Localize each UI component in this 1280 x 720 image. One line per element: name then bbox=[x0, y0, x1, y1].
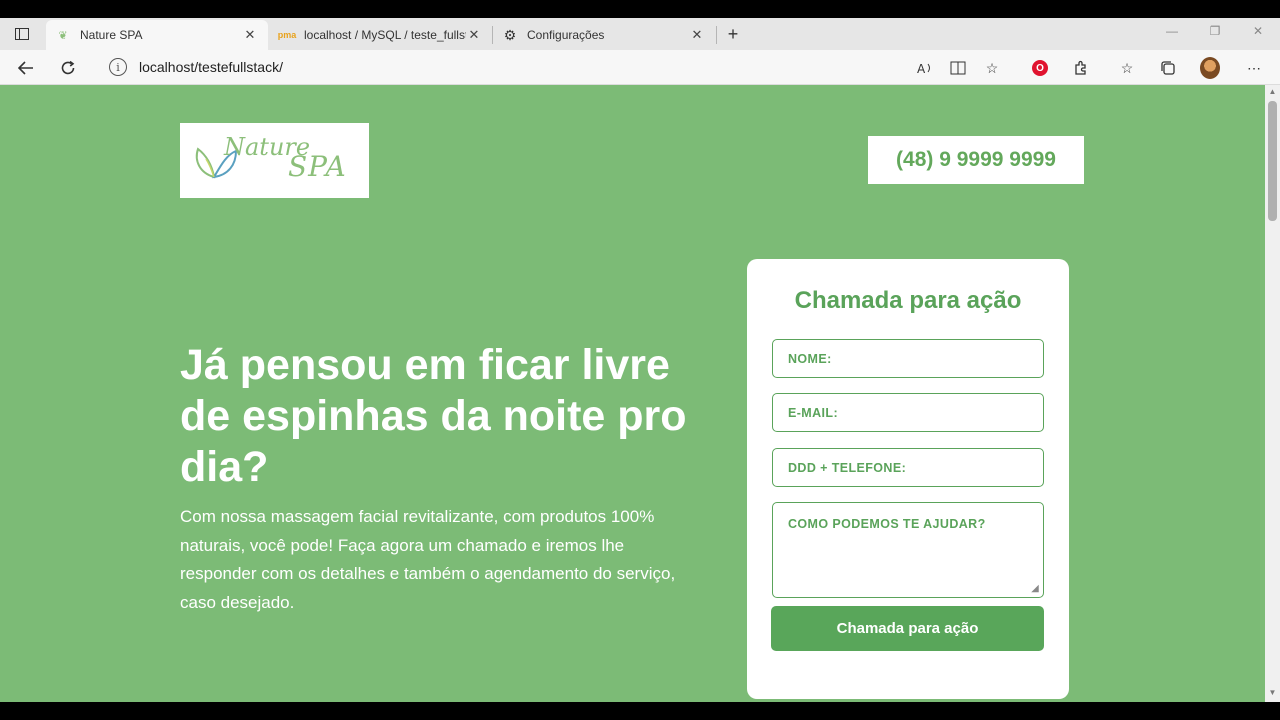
message-placeholder: COMO PODEMOS TE AJUDAR? bbox=[788, 517, 986, 531]
close-tab-icon[interactable]: ✕ bbox=[242, 27, 258, 43]
close-tab-icon[interactable]: ✕ bbox=[689, 27, 705, 43]
more-menu-icon[interactable]: ⋯ bbox=[1244, 58, 1264, 78]
restore-icon[interactable]: ❐ bbox=[1205, 24, 1225, 38]
scroll-down-icon[interactable]: ▼ bbox=[1265, 688, 1280, 700]
read-aloud-icon[interactable]: A bbox=[915, 58, 935, 78]
email-placeholder: E-MAIL: bbox=[788, 405, 839, 420]
resize-handle-icon[interactable]: ◢ bbox=[1032, 583, 1039, 594]
tab-strip: ❦ Nature SPA ✕ pma localhost / MySQL / t… bbox=[0, 18, 1280, 50]
logo-word-spa: SPA bbox=[288, 150, 347, 183]
phone-placeholder: DDD + TELEFONE: bbox=[788, 460, 907, 475]
close-window-icon[interactable]: ✕ bbox=[1248, 24, 1268, 38]
address-bar[interactable]: i localhost/testefullstack/ bbox=[95, 53, 1015, 81]
page-content: Nature SPA (48) 9 9999 9999 Já pensou em… bbox=[0, 85, 1265, 702]
name-placeholder: NOME: bbox=[788, 351, 832, 366]
immersive-reader-icon[interactable] bbox=[948, 58, 968, 78]
info-icon[interactable]: i bbox=[109, 58, 127, 76]
tab-title: Nature SPA bbox=[80, 28, 143, 42]
screen-frame: ❦ Nature SPA ✕ pma localhost / MySQL / t… bbox=[0, 0, 1280, 720]
name-input[interactable]: NOME: bbox=[772, 339, 1044, 378]
profile-avatar[interactable] bbox=[1200, 57, 1220, 79]
collections-icon[interactable] bbox=[1158, 58, 1178, 78]
back-icon[interactable] bbox=[14, 56, 38, 80]
leaf-favicon-icon: ❦ bbox=[58, 29, 68, 42]
address-toolbar: i localhost/testefullstack/ A ☆ O ☆ ⋯ bbox=[0, 50, 1280, 85]
hero-text: Com nossa massagem facial revitalizante,… bbox=[180, 507, 676, 612]
message-textarea[interactable]: COMO PODEMOS TE AJUDAR? ◢ bbox=[772, 502, 1044, 598]
refresh-icon[interactable] bbox=[56, 56, 80, 80]
scroll-thumb[interactable] bbox=[1268, 101, 1277, 221]
add-favorite-icon[interactable]: ☆ bbox=[982, 58, 1002, 78]
browser-window: ❦ Nature SPA ✕ pma localhost / MySQL / t… bbox=[0, 18, 1280, 702]
tab-phpmyadmin[interactable]: pma localhost / MySQL / teste_fullsta ✕ bbox=[270, 20, 492, 50]
tab-actions-icon[interactable] bbox=[8, 24, 36, 44]
nature-spa-logo[interactable]: Nature SPA bbox=[180, 123, 369, 198]
email-input[interactable]: E-MAIL: bbox=[772, 393, 1044, 432]
tab-title: localhost / MySQL / teste_fullsta bbox=[304, 28, 466, 42]
favorites-icon[interactable]: ☆ bbox=[1117, 58, 1137, 78]
svg-text:A: A bbox=[917, 62, 926, 75]
url-text[interactable]: localhost/testefullstack/ bbox=[139, 59, 283, 75]
minimize-icon[interactable]: — bbox=[1162, 24, 1182, 38]
phone-input[interactable]: DDD + TELEFONE: bbox=[772, 448, 1044, 487]
phone-number[interactable]: (48) 9 9999 9999 bbox=[868, 136, 1084, 184]
tab-nature-spa[interactable]: ❦ Nature SPA ✕ bbox=[46, 20, 268, 50]
hero-title: Já pensou em ficar livre de espinhas da … bbox=[180, 341, 687, 491]
scroll-up-icon[interactable]: ▲ bbox=[1265, 87, 1280, 99]
tab-settings[interactable]: ⚙ Configurações ✕ bbox=[493, 20, 715, 50]
submit-button[interactable]: Chamada para ação bbox=[771, 606, 1044, 651]
close-tab-icon[interactable]: ✕ bbox=[466, 27, 482, 43]
opera-extension-icon[interactable]: O bbox=[1030, 58, 1050, 78]
tab-separator bbox=[716, 26, 717, 44]
phpmyadmin-favicon-icon: pma bbox=[277, 30, 297, 40]
vertical-scrollbar[interactable]: ▲ ▼ bbox=[1265, 85, 1280, 702]
extensions-icon[interactable] bbox=[1071, 58, 1091, 78]
new-tab-button[interactable]: + bbox=[722, 24, 744, 46]
tab-title: Configurações bbox=[527, 28, 605, 42]
form-title: Chamada para ação bbox=[794, 287, 1022, 314]
gear-icon: ⚙ bbox=[503, 26, 517, 43]
contact-form-card: Chamada para ação NOME: E-MAIL: DDD + TE… bbox=[747, 259, 1069, 699]
